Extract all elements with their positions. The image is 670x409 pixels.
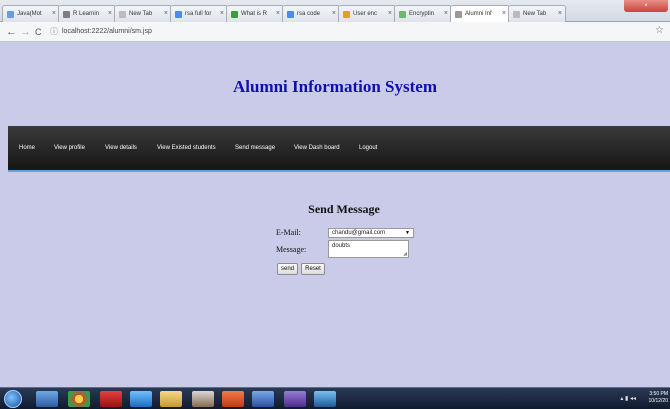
- eclipse-icon[interactable]: [284, 391, 306, 407]
- tab-label: R Learnin: [73, 11, 100, 17]
- browser-tab[interactable]: What is R ×: [226, 5, 284, 22]
- folder-icon[interactable]: [160, 391, 182, 407]
- email-label: E-Mail:: [276, 228, 301, 237]
- tab-favicon-icon: [343, 11, 350, 18]
- browser-tab[interactable]: R Learnin ×: [58, 5, 116, 22]
- tab-favicon-icon: [63, 11, 70, 18]
- address-bar[interactable]: ⓘ localhost:2222/alumni/sm.jsp: [50, 25, 655, 39]
- nav-view-details[interactable]: View details: [105, 145, 137, 151]
- browser-tab-strip: Java(Mot × R Learnin × New Tab × rsa ful…: [0, 0, 670, 23]
- nav-send-message[interactable]: Send message: [235, 145, 275, 151]
- tab-favicon-icon: [455, 11, 462, 18]
- page-content: Alumni Information System Home View prof…: [0, 42, 670, 387]
- url-text: localhost:2222/alumni/sm.jsp: [62, 28, 152, 35]
- close-icon[interactable]: ×: [388, 10, 392, 17]
- close-icon[interactable]: ×: [332, 10, 336, 17]
- system-tray-icons[interactable]: ▴ ▮ ◂◂: [620, 395, 636, 402]
- close-icon[interactable]: ×: [52, 10, 56, 17]
- tab-label: New Tab: [129, 11, 153, 17]
- bookmark-star-icon[interactable]: ☆: [655, 25, 664, 36]
- page-title: Alumni Information System: [232, 77, 437, 96]
- clock-time: 3:50 PM: [649, 391, 668, 397]
- nav-view-dashboard[interactable]: View Dash board: [294, 145, 340, 151]
- close-icon[interactable]: ×: [220, 10, 224, 17]
- taskbar: ▴ ▮ ◂◂ 3:50 PM 10/12/20: [0, 387, 670, 409]
- browser-tab[interactable]: Java(Mot ×: [2, 5, 60, 22]
- clock-date: 10/12/20: [648, 398, 668, 404]
- browser-tab[interactable]: User enc ×: [338, 5, 396, 22]
- tab-favicon-icon: [231, 11, 238, 18]
- message-textarea[interactable]: doubts ◢: [328, 240, 409, 258]
- browser-tab[interactable]: Encryptin ×: [394, 5, 452, 22]
- dropdown-arrow-icon: ▼: [405, 230, 410, 236]
- main-nav: Home View profile View details View Exis…: [8, 126, 670, 172]
- close-icon[interactable]: ×: [164, 10, 168, 17]
- info-icon[interactable]: ⓘ: [50, 25, 58, 39]
- internet-explorer-icon[interactable]: [130, 391, 152, 407]
- word-icon[interactable]: [252, 391, 274, 407]
- start-button[interactable]: [4, 390, 22, 408]
- tab-favicon-icon: [399, 11, 406, 18]
- reset-button[interactable]: Reset: [301, 263, 325, 275]
- nav-logout[interactable]: Logout: [359, 145, 377, 151]
- tab-label: User enc: [353, 11, 378, 17]
- window-close-button[interactable]: ×: [624, 0, 668, 12]
- message-text: doubts: [332, 243, 351, 249]
- close-icon[interactable]: ×: [558, 10, 562, 17]
- send-button[interactable]: send: [277, 263, 298, 275]
- tab-label: Java(Mot: [17, 11, 42, 17]
- explorer-icon[interactable]: [36, 391, 58, 407]
- close-icon[interactable]: ×: [108, 10, 112, 17]
- browser-tab[interactable]: New Tab ×: [114, 5, 172, 22]
- close-icon[interactable]: ×: [444, 10, 448, 17]
- tab-favicon-icon: [287, 11, 294, 18]
- tab-label: What is R: [241, 11, 268, 17]
- message-label: Message:: [276, 245, 307, 254]
- close-icon[interactable]: ×: [502, 10, 506, 17]
- forward-icon[interactable]: →: [20, 25, 31, 39]
- nav-view-profile[interactable]: View profile: [54, 145, 85, 151]
- browser-tab[interactable]: rsa full for ×: [170, 5, 228, 22]
- tab-favicon-icon: [175, 11, 182, 18]
- email-selected-value: chandu@gmail.com: [332, 230, 386, 236]
- tab-label: rsa full for: [185, 11, 212, 17]
- form-heading: Send Message: [308, 202, 380, 216]
- nav-home[interactable]: Home: [19, 145, 35, 151]
- tab-favicon-icon: [513, 11, 520, 18]
- tab-label: rsa code: [297, 11, 321, 17]
- tab-label: New Tab: [523, 11, 547, 17]
- tab-label: Encryptin: [409, 11, 435, 17]
- browser-tab[interactable]: rsa code ×: [282, 5, 340, 22]
- email-select[interactable]: chandu@gmail.com ▼: [328, 228, 414, 238]
- tab-favicon-icon: [7, 11, 14, 18]
- powerpoint-icon[interactable]: [222, 391, 244, 407]
- chrome-icon[interactable]: [68, 391, 90, 407]
- tab-favicon-icon: [119, 11, 126, 18]
- close-icon[interactable]: ×: [276, 10, 280, 17]
- browser-toolbar: ← → C ⓘ localhost:2222/alumni/sm.jsp ☆: [0, 22, 670, 42]
- reload-icon[interactable]: C: [35, 25, 42, 39]
- browser-tab[interactable]: New Tab ×: [508, 5, 566, 22]
- tab-label: Alumni Inf: [465, 11, 492, 17]
- acrobat-icon[interactable]: [100, 391, 122, 407]
- netbeans-icon[interactable]: [314, 391, 336, 407]
- paint-icon[interactable]: [192, 391, 214, 407]
- clock[interactable]: 3:50 PM 10/12/20: [649, 391, 668, 405]
- nav-view-existed-students[interactable]: View Existed students: [157, 145, 216, 151]
- back-icon[interactable]: ←: [6, 25, 17, 39]
- resize-grip-icon[interactable]: ◢: [403, 251, 407, 257]
- browser-tab-active[interactable]: Alumni Inf ×: [450, 5, 510, 23]
